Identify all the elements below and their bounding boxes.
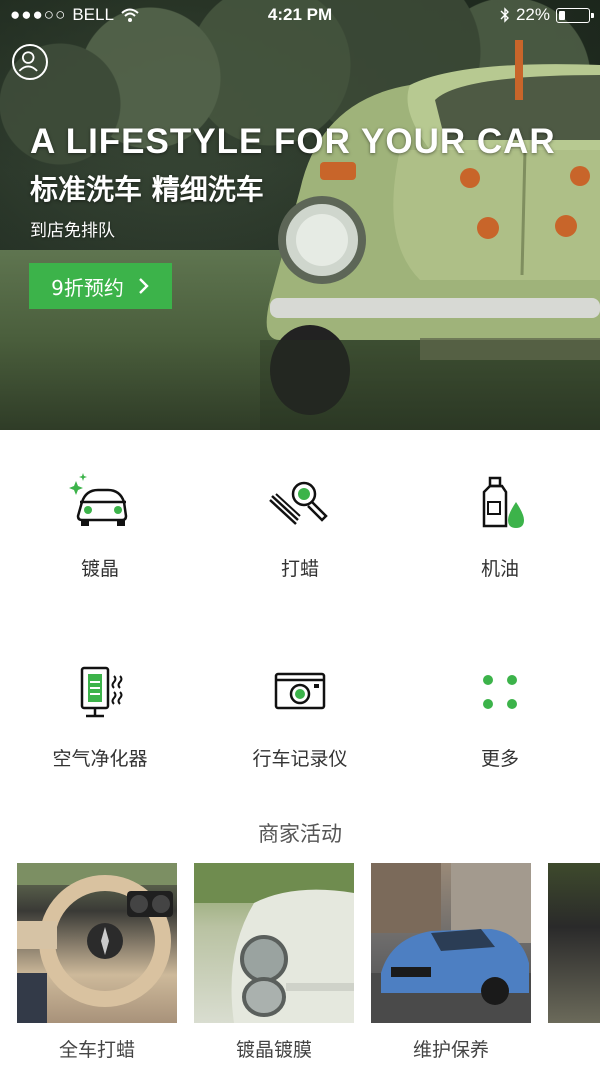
activity-card-maintenance[interactable]: 维护保养 xyxy=(371,863,531,1062)
status-time: 4:21 PM xyxy=(267,5,333,24)
service-dashcam[interactable]: 行车记录仪 xyxy=(200,620,400,790)
service-engine-oil-label: 机油 xyxy=(480,558,519,580)
activity-label-maintenance: 维护保养 xyxy=(412,1039,489,1061)
activity-card-coating[interactable]: 镀晶镀膜 xyxy=(194,863,354,1062)
discount-booking-label: 9折预约 xyxy=(51,275,124,300)
signal-strength-icon: ●●●○○ xyxy=(10,5,67,24)
activity-image-partial xyxy=(548,863,600,1023)
wifi-icon xyxy=(121,8,139,22)
activity-carousel[interactable]: 全车打蜡 镀晶镀膜 维护保养 xyxy=(17,863,600,1067)
car-sparkle-icon xyxy=(69,473,128,526)
oil-bottle-icon xyxy=(482,476,524,528)
blue-car-image xyxy=(371,863,531,1023)
service-grid: 镀晶 打蜡 机油 空气净化器 行车记录仪 更多 xyxy=(0,430,600,810)
hero-note: 到店免排队 xyxy=(30,221,115,241)
service-waxing[interactable]: 打蜡 xyxy=(200,430,400,600)
service-air-purifier[interactable]: 空气净化器 xyxy=(0,620,200,790)
more-dots-icon xyxy=(483,675,517,709)
service-more-label: 更多 xyxy=(480,748,519,770)
battery-icon xyxy=(556,7,594,23)
service-waxing-label: 打蜡 xyxy=(280,558,319,580)
activity-image-maintenance xyxy=(371,863,531,1023)
discount-booking-button[interactable]: 9折预约 xyxy=(29,263,172,309)
activity-card-partial[interactable] xyxy=(548,863,600,1035)
merchant-activities-title: 商家活动 xyxy=(258,822,342,846)
user-icon[interactable] xyxy=(12,44,48,80)
battery-percent: 22% xyxy=(515,5,550,24)
service-coating[interactable]: 镀晶 xyxy=(0,430,200,600)
service-dashcam-label: 行车记录仪 xyxy=(252,748,348,770)
service-more[interactable]: 更多 xyxy=(400,620,600,790)
activity-card-waxing[interactable]: 全车打蜡 xyxy=(17,863,177,1062)
service-engine-oil[interactable]: 机油 xyxy=(400,430,600,600)
dashcam-icon xyxy=(274,672,326,710)
service-air-purifier-label: 空气净化器 xyxy=(52,748,148,770)
wax-polisher-icon xyxy=(269,481,328,525)
service-coating-label: 镀晶 xyxy=(80,558,119,580)
activity-label-coating: 镀晶镀膜 xyxy=(235,1039,312,1061)
chevron-right-icon xyxy=(139,278,149,294)
hero-banner: ●●●○○ BELL 4:21 PM 22% A LIFESTYLE FOR Y… xyxy=(0,0,600,430)
hero-text-block: A LIFESTYLE FOR YOUR CAR 标准洗车 精细洗车 到店免排队 xyxy=(30,122,556,241)
air-purifier-icon xyxy=(80,666,123,718)
bluetooth-icon xyxy=(500,7,509,23)
status-bar: ●●●○○ BELL 4:21 PM 22% xyxy=(0,0,600,30)
steering-wheel-image xyxy=(17,863,177,1023)
hero-subtitle: 标准洗车 精细洗车 xyxy=(30,173,264,206)
carrier-name: BELL xyxy=(72,5,114,24)
activity-label-waxing: 全车打蜡 xyxy=(58,1039,135,1061)
car-headlight-image xyxy=(194,863,354,1023)
hero-title: A LIFESTYLE FOR YOUR CAR xyxy=(30,122,556,161)
activity-image-waxing xyxy=(17,863,177,1023)
activity-image-coating xyxy=(194,863,354,1023)
